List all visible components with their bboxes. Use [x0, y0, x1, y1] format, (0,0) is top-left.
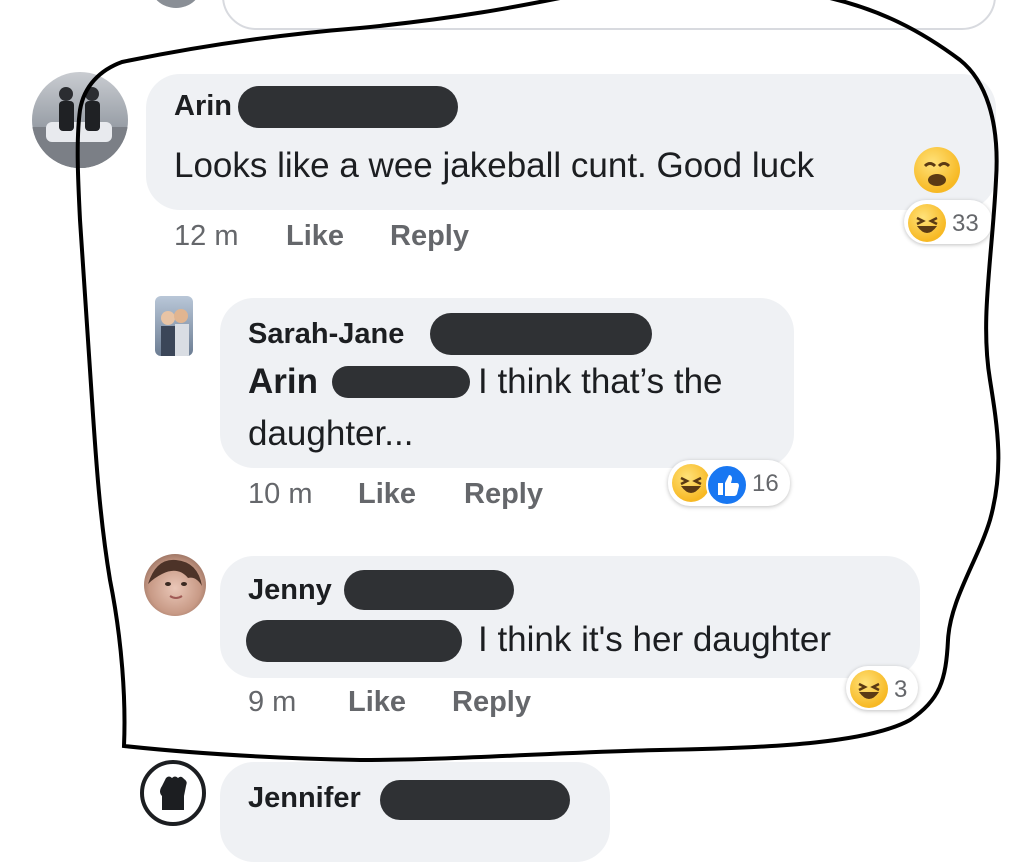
marker-outline-annotation	[75, 0, 1001, 763]
